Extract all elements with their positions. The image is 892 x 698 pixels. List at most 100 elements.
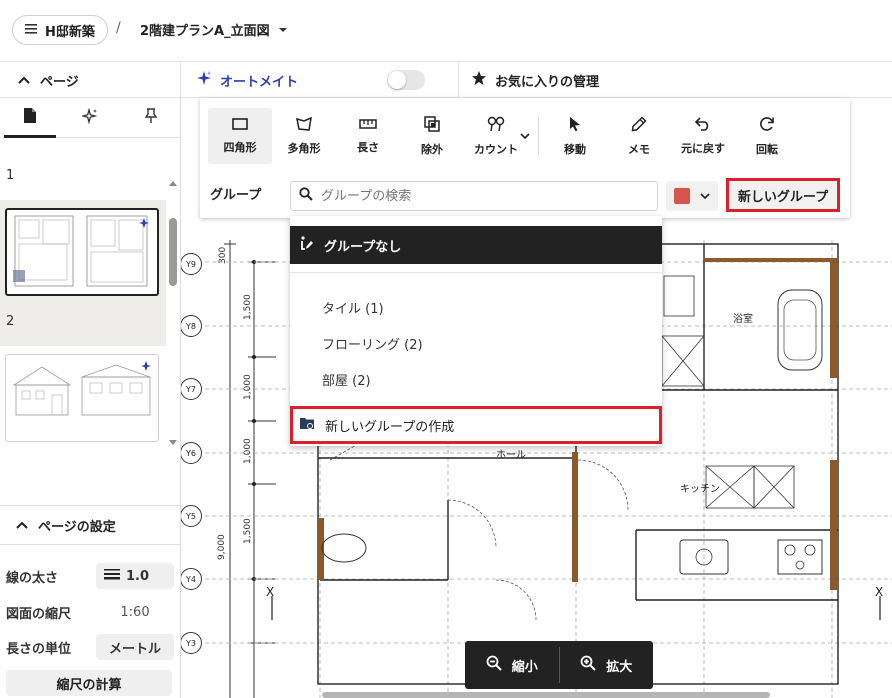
info-pen-icon [300,235,314,255]
tool-label: カウント [474,142,518,156]
dimension-label: 300 [218,246,228,264]
axis-label-y6: Y6 [181,442,202,464]
toggle-knob [388,71,406,89]
file-selector[interactable]: 2階建プランA_立面図 [140,20,288,39]
automate-label: オートメイト [220,74,299,90]
page-thumbnail-1[interactable] [5,208,159,296]
document-icon [23,107,37,128]
automate-toggle[interactable] [387,70,425,90]
pages-sidebar: 1 2 ページの設定 線の太さ 1.0 図面の縮尺 1:60 長さの単位 メート… [0,98,181,698]
scroll-down-icon[interactable] [168,436,178,451]
count-icon [487,116,505,135]
tool-undo[interactable]: 元に戻す [671,108,735,164]
scale-calc-button[interactable]: 縮尺の計算 [6,670,172,696]
tool-label: メモ [628,142,650,156]
zoom-in-button[interactable]: 拡大 [560,641,654,689]
tool-rectangle[interactable]: 四角形 [208,108,272,164]
no-group-label: グループなし [324,239,402,255]
caret-down-icon [278,22,288,37]
project-name: H邸新築 [45,24,95,40]
dimension-label: 1,000 [243,438,253,464]
dimension-label: 9,000 [217,534,227,560]
room-label-bath: 浴室 [733,314,753,325]
zoom-in-icon [580,655,596,675]
sparkle-icon [196,70,212,90]
canvas-horizontal-scrollbar[interactable] [322,692,770,698]
group-option-tile[interactable]: タイル (1) [322,298,384,317]
line-width-label: 線の太さ [6,570,59,586]
new-group-button[interactable]: 新しいグループ [726,178,840,212]
tool-length[interactable]: 長さ [336,108,400,164]
zoom-in-label: 拡大 [606,659,633,675]
count-options-chevron[interactable] [520,108,534,164]
tool-count[interactable]: カウント [464,108,528,164]
group-color-picker[interactable] [666,181,718,211]
section-mark: X [875,585,884,599]
group-search-input[interactable] [321,188,621,204]
elevation-thumbnail [12,361,151,416]
zoom-out-button[interactable]: 縮小 [465,641,559,689]
file-name: 2階建プランA_立面図 [140,24,270,39]
favorites-label: お気に入りの管理 [495,74,600,90]
tool-label: 除外 [421,142,443,156]
drawing-scale-value: 1:60 [120,604,150,620]
zoom-controls: 縮小 拡大 [465,641,653,689]
cursor-icon [568,116,582,135]
sparkle-icon [81,107,98,128]
page-settings: ページの設定 [0,505,181,545]
page-settings-title: ページの設定 [38,519,116,535]
drawing-scale-label: 図面の縮尺 [6,606,72,622]
length-unit-select[interactable]: メートル [96,634,174,660]
group-search-box[interactable] [290,181,658,211]
chevron-down-icon [520,129,530,144]
tool-move[interactable]: 移動 [543,108,607,164]
tool-label: 多角形 [287,141,321,155]
axis-label-y9: Y9 [181,253,202,275]
page-settings-toggle[interactable]: ページの設定 [0,505,181,545]
tool-polygon[interactable]: 多角形 [272,108,336,164]
axis-label-y5: Y5 [181,505,202,527]
line-width-select[interactable]: 1.0 [96,563,174,589]
group-option-room[interactable]: 部屋 (2) [322,370,371,389]
tool-label: 長さ [357,140,379,154]
tool-list: 四角形 多角形 長さ 除外 カウント 移動 メモ 元に戻す 回転 [208,108,799,164]
scroll-up-icon[interactable] [168,176,178,191]
automate-button[interactable]: オートメイト [196,62,298,98]
page-thumbnail-2[interactable] [5,354,159,442]
line-width-value: 1.0 [126,568,150,584]
tool-memo[interactable]: メモ [607,108,671,164]
sidebar-scrollbar[interactable] [169,218,177,286]
tab-automate[interactable] [60,98,120,137]
project-menu-button[interactable]: H邸新築 [12,15,108,45]
polygon-icon [296,116,312,134]
tab-pages[interactable] [0,98,60,138]
star-icon [471,70,487,90]
tool-label: 四角形 [223,140,257,154]
tool-label: 移動 [564,142,586,156]
pen-icon [631,115,647,135]
toolbar-divider [538,116,539,156]
measurement-toolbar: 四角形 多角形 長さ 除外 カウント 移動 メモ 元に戻す 回転 グループ グル… [200,98,850,218]
color-swatch [674,188,690,204]
group-option-flooring[interactable]: フローリング (2) [322,334,423,353]
pages-collapse-toggle[interactable]: ページ [0,62,181,98]
line-width-row: 線の太さ 1.0 [6,562,174,590]
length-unit-row: 長さの単位 メートル [6,633,174,661]
exclude-icon [424,115,440,135]
length-unit-label: 長さの単位 [6,641,72,657]
tool-rotate[interactable]: 回転 [735,108,799,164]
create-group-option[interactable]: 新しいグループの作成 [290,406,662,444]
tab-pins[interactable] [121,98,181,137]
undo-icon [694,116,711,134]
favorites-manage-button[interactable]: お気に入りの管理 [458,62,599,98]
section-mark: X [266,585,275,599]
rectangle-icon [232,117,248,133]
axis-label-y8: Y8 [181,315,202,337]
axis-label-y7: Y7 [181,378,202,400]
pages-label: ページ [40,74,79,90]
page-number: 2 [6,314,15,329]
tool-exclude[interactable]: 除外 [400,108,464,164]
no-group-option[interactable]: グループなし [290,226,662,264]
dimension-label: 1,500 [243,294,253,320]
breadcrumb-separator: / [116,20,121,36]
